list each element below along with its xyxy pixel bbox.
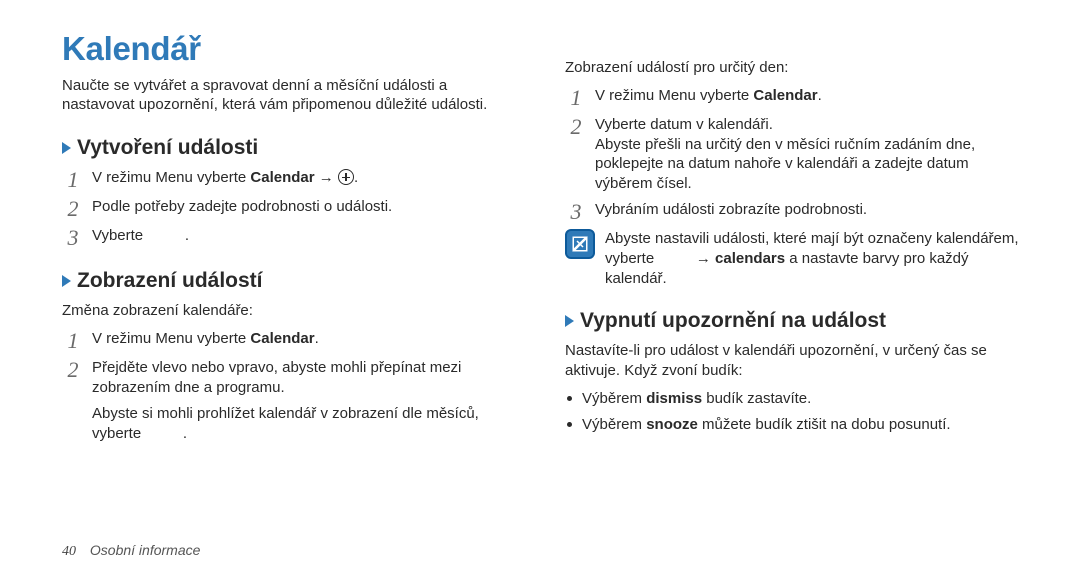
page-number: 40 — [62, 544, 76, 559]
subheading-create-event: Vytvoření události — [62, 136, 517, 160]
plus-circle-icon — [338, 169, 354, 185]
step-body: V režimu Menu vyberte Calendar. — [92, 329, 517, 349]
subheading-alarm-off: Vypnutí upozornění na událost — [565, 309, 1020, 333]
bullet-icon — [567, 396, 572, 401]
subheading-view-events: Zobrazení událostí — [62, 269, 517, 293]
subheading-label: Vytvoření události — [77, 136, 258, 160]
day-events-steps: 1 V režimu Menu vyberte Calendar. 2 Vybe… — [565, 86, 1020, 223]
view-intro: Změna zobrazení kalendáře: — [62, 301, 517, 321]
step-body: Vyberte datum v kalendáři. Abyste přešli… — [595, 115, 1020, 194]
section-intro: Naučte se vytvářet a spravovat denní a m… — [62, 76, 517, 114]
list-item: 2 Vyberte datum v kalendáři. Abyste přeš… — [565, 115, 1020, 194]
list-item: 1 V režimu Menu vyberte Calendar. — [62, 329, 517, 352]
chevron-right-icon — [565, 315, 574, 327]
step-body: Podle potřeby zadejte podrobnosti o udál… — [92, 197, 517, 217]
list-item: 2 Přejděte vlevo nebo vpravo, abyste moh… — [62, 358, 517, 398]
right-column: Zobrazení událostí pro určitý den: 1 V r… — [565, 30, 1020, 461]
bullet-body: Výběrem snooze můžete budík ztišit na do… — [582, 415, 951, 435]
list-item: Výběrem dismiss budík zastavíte. — [567, 389, 1020, 409]
alarm-intro: Nastavíte-li pro událost v kalendáři upo… — [565, 341, 1020, 381]
step-number: 2 — [62, 197, 84, 220]
day-events-intro: Zobrazení událostí pro určitý den: — [565, 58, 1020, 78]
bullet-body: Výběrem dismiss budík zastavíte. — [582, 389, 811, 409]
step-number: 3 — [62, 226, 84, 249]
step-body: Přejděte vlevo nebo vpravo, abyste mohli… — [92, 358, 517, 398]
subheading-label: Vypnutí upozornění na událost — [580, 309, 886, 333]
bullet-icon — [567, 422, 572, 427]
step-number: 1 — [62, 329, 84, 352]
list-item: 1 V režimu Menu vyberte Calendar → . — [62, 168, 517, 191]
subheading-label: Zobrazení událostí — [77, 269, 263, 293]
step-number: 3 — [565, 200, 587, 223]
page-footer: 40 Osobní informace — [62, 542, 200, 560]
note-icon — [565, 229, 595, 259]
step-body: Vyberte . — [92, 226, 517, 246]
two-column-layout: Kalendář Naučte se vytvářet a spravovat … — [62, 30, 1020, 461]
step-number: 2 — [565, 115, 587, 138]
chevron-right-icon — [62, 275, 71, 287]
note-callout: Abyste nastavili události, které mají bý… — [565, 229, 1020, 289]
step-body: V režimu Menu vyberte Calendar. — [595, 86, 1020, 106]
section-heading: Kalendář — [62, 30, 517, 68]
list-item: 1 V režimu Menu vyberte Calendar. — [565, 86, 1020, 109]
step-body: V režimu Menu vyberte Calendar → . — [92, 168, 517, 188]
page-section-label: Osobní informace — [90, 542, 201, 558]
chevron-right-icon — [62, 142, 71, 154]
list-item: Výběrem snooze můžete budík ztišit na do… — [567, 415, 1020, 435]
list-item: 3 Vybráním události zobrazíte podrobnost… — [565, 200, 1020, 223]
step-number: 1 — [565, 86, 587, 109]
alarm-bullets: Výběrem dismiss budík zastavíte. Výběrem… — [567, 389, 1020, 435]
step-number: 2 — [62, 358, 84, 381]
note-body: Abyste nastavili události, které mají bý… — [605, 229, 1020, 289]
view-events-steps: 1 V režimu Menu vyberte Calendar. 2 Přej… — [62, 329, 517, 398]
list-item: 2 Podle potřeby zadejte podrobnosti o ud… — [62, 197, 517, 220]
step-body: Vybráním události zobrazíte podrobnosti. — [595, 200, 1020, 220]
create-event-steps: 1 V režimu Menu vyberte Calendar → . 2 P… — [62, 168, 517, 249]
left-column: Kalendář Naučte se vytvářet a spravovat … — [62, 30, 517, 461]
step-number: 1 — [62, 168, 84, 191]
month-view-note: Abyste si mohli prohlížet kalendář v zob… — [92, 404, 517, 444]
list-item: 3 Vyberte . — [62, 226, 517, 249]
